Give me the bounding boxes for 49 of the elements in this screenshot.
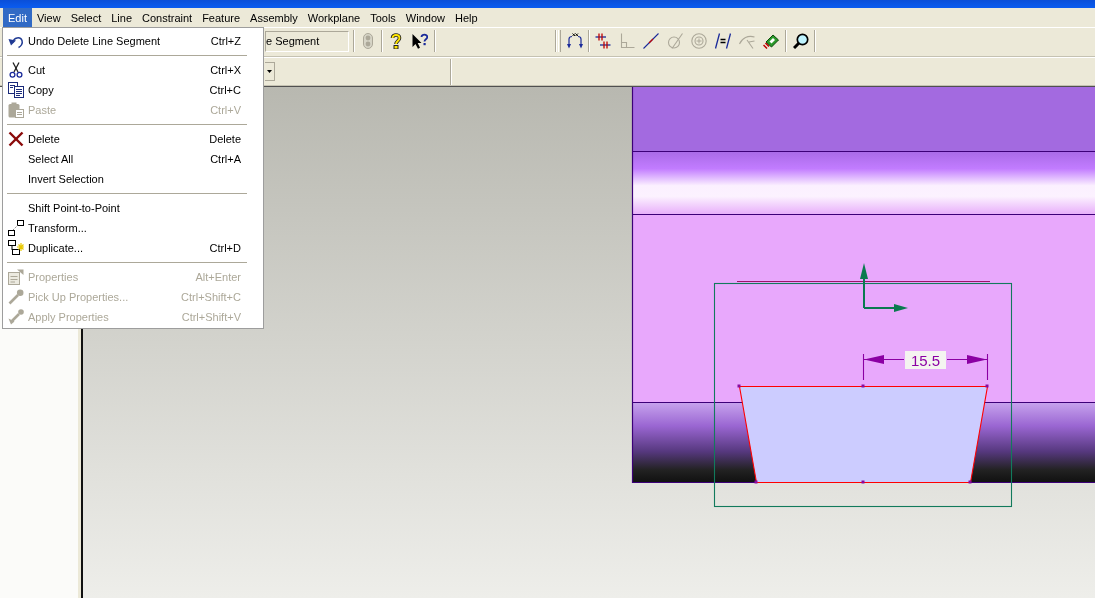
menu-bar-item[interactable]: Constraint [137, 8, 198, 27]
sketch-point [737, 384, 741, 388]
command-field[interactable]: e Segment [265, 30, 349, 52]
sketch-point [985, 384, 989, 388]
menu-bar-item[interactable]: Tools [365, 8, 401, 27]
menu-bar-item[interactable]: Assembly [245, 8, 303, 27]
pointer-question-icon[interactable] [412, 33, 428, 49]
menu-bar-item[interactable]: Workplane [302, 8, 366, 27]
sketch-point [968, 480, 972, 484]
menu-bar-item[interactable]: Select [65, 8, 107, 27]
x-mark-icon [8, 131, 24, 147]
menu-bar-item[interactable]: Edit [3, 8, 32, 27]
menu-item[interactable]: Shift Point-to-Point [3, 198, 263, 218]
toolbar-grip[interactable] [558, 30, 561, 52]
menu-bar-item[interactable]: Window [400, 8, 450, 27]
menu-item[interactable]: Select All Ctrl+A [3, 149, 263, 169]
eyedropper-icon [8, 289, 24, 305]
menu-item[interactable]: Undo Delete Line Segment Ctrl+Z [3, 31, 263, 51]
sketch-point [861, 480, 865, 484]
menu-bar-item[interactable]: Feature [197, 8, 246, 27]
help-icon[interactable] [388, 33, 404, 49]
coordinate-axes [860, 263, 908, 312]
menu-item[interactable]: Delete Delete [3, 129, 263, 149]
menu-item[interactable]: Duplicate... Ctrl+D [3, 238, 263, 258]
two-pages-icon [8, 82, 24, 98]
menu-item[interactable]: Invert Selection [3, 169, 263, 189]
squares-arrow-icon [8, 220, 24, 236]
menu-item[interactable]: Cut Ctrl+X [3, 60, 263, 80]
sketch-point [754, 480, 758, 484]
dimension-label: 15.5 [905, 351, 946, 369]
dropdown-button[interactable] [265, 62, 275, 81]
menu-bar-item[interactable]: Line [106, 8, 137, 27]
equal-lines-icon[interactable] [715, 33, 731, 49]
magnifier-icon[interactable] [793, 33, 809, 49]
menu-item[interactable]: Transform... [3, 218, 263, 238]
menu-bar-item[interactable]: View [31, 8, 66, 27]
eyedropper-icon [8, 309, 24, 325]
squares-sparkle-icon [8, 240, 24, 256]
parallel-lines-icon[interactable] [595, 33, 611, 49]
sheet-icon [8, 269, 24, 285]
sketch-point [861, 384, 865, 388]
clamp-icon[interactable] [763, 33, 779, 49]
menu-bar-item[interactable]: Help [449, 8, 483, 27]
scissors-icon [8, 62, 24, 78]
caret-icon [267, 70, 272, 73]
menu-item[interactable]: Copy Ctrl+C [3, 80, 263, 100]
clipboard-icon [8, 102, 24, 118]
bracket-arrows-icon[interactable] [567, 33, 583, 49]
diagonal-line-icon[interactable] [643, 33, 659, 49]
